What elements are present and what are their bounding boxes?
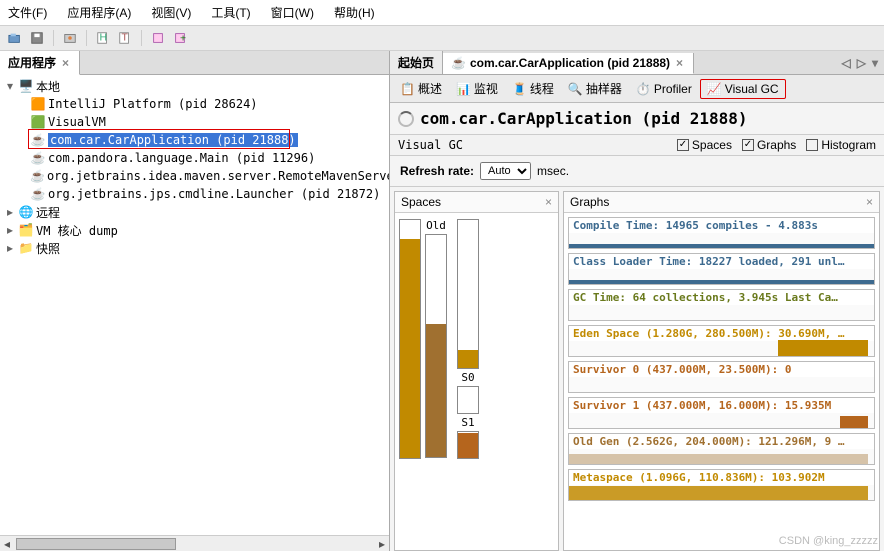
applications-tree[interactable]: ▾🖥️本地 🟧IntelliJ Platform (pid 28624) 🟩Vi… xyxy=(0,75,389,535)
svg-text:+: + xyxy=(180,33,186,45)
visualgc-icon: 📈 xyxy=(707,82,722,96)
graph-canvas xyxy=(569,413,874,428)
graph-canvas xyxy=(569,341,874,356)
graph-canvas xyxy=(569,485,874,500)
close-icon[interactable]: × xyxy=(866,195,873,209)
refresh-select[interactable]: Auto xyxy=(480,162,531,180)
graph-row: Class Loader Time: 18227 loaded, 291 unl… xyxy=(568,253,875,285)
vgc-label: Visual GC xyxy=(398,138,463,152)
refresh-unit: msec. xyxy=(537,164,569,178)
graph-canvas xyxy=(569,269,874,284)
heap-dump-icon[interactable]: H xyxy=(94,29,112,47)
graph-canvas xyxy=(569,449,874,464)
tab-application[interactable]: ☕com.car.CarApplication (pid 21888)× xyxy=(443,53,694,74)
close-icon[interactable]: × xyxy=(545,195,552,209)
monitor-button[interactable]: 📊监视 xyxy=(450,78,504,99)
main-toolbar: H T + xyxy=(0,26,884,51)
graph-row: GC Time: 64 collections, 3.945s Last Ca… xyxy=(568,289,875,321)
page-title: com.car.CarApplication (pid 21888) xyxy=(390,103,884,134)
graph-title: Metaspace (1.096G, 110.836M): 103.902M xyxy=(569,470,874,485)
graphs-panel: Graphs× Compile Time: 14965 compiles - 4… xyxy=(563,191,880,551)
applications-pane: 应用程序× ▾🖥️本地 🟧IntelliJ Platform (pid 2862… xyxy=(0,51,390,551)
java-icon: ☕ xyxy=(30,150,46,166)
threads-icon: 🧵 xyxy=(512,82,527,96)
java-icon: ☕ xyxy=(30,168,45,184)
spinner-icon xyxy=(398,111,414,127)
graph-row: Survivor 0 (437.000M, 23.500M): 0 xyxy=(568,361,875,393)
open-icon[interactable] xyxy=(6,29,24,47)
refresh-label: Refresh rate: xyxy=(400,164,474,178)
menu-bar: 文件(F) 应用程序(A) 视图(V) 工具(T) 窗口(W) 帮助(H) xyxy=(0,0,884,26)
graph-row: Metaspace (1.096G, 110.836M): 103.902M xyxy=(568,469,875,501)
coredump-icon: 🗂️ xyxy=(18,222,34,238)
menu-help[interactable]: 帮助(H) xyxy=(330,2,379,23)
graph-title: Survivor 0 (437.000M, 23.500M): 0 xyxy=(569,362,874,377)
detail-pane: 起始页 ☕com.car.CarApplication (pid 21888)×… xyxy=(390,51,884,551)
menu-file[interactable]: 文件(F) xyxy=(4,2,51,23)
profiler-button[interactable]: ⏱️Profiler xyxy=(630,80,698,98)
thread-dump-icon[interactable]: T xyxy=(116,29,134,47)
graph-row: Compile Time: 14965 compiles - 4.883s xyxy=(568,217,875,249)
spaces-panel: Spaces× Old S0 S1 xyxy=(394,191,559,551)
plugin-icon[interactable] xyxy=(149,29,167,47)
watermark: CSDN @king_zzzzz xyxy=(779,535,878,547)
monitor-icon: 📊 xyxy=(456,82,471,96)
tab-start-page[interactable]: 起始页 xyxy=(390,51,443,74)
graph-title: GC Time: 64 collections, 3.945s Last Ca… xyxy=(569,290,874,305)
graph-title: Class Loader Time: 18227 loaded, 291 unl… xyxy=(569,254,874,269)
graph-canvas xyxy=(569,305,874,320)
profiler-icon: ⏱️ xyxy=(636,82,651,96)
dropdown-icon[interactable]: ▾ xyxy=(872,56,878,70)
graph-canvas xyxy=(569,377,874,392)
menu-tools[interactable]: 工具(T) xyxy=(207,2,254,23)
spaces-checkbox[interactable]: ✓Spaces xyxy=(677,138,732,152)
graph-title: Survivor 1 (437.000M, 16.000M): 15.935M xyxy=(569,398,874,413)
svg-text:H: H xyxy=(100,32,108,44)
overview-icon: 📋 xyxy=(400,82,415,96)
visualgc-button[interactable]: 📈Visual GC xyxy=(700,79,786,99)
close-icon[interactable]: × xyxy=(60,56,71,70)
overview-button[interactable]: 📋概述 xyxy=(394,78,448,99)
nav-fwd-icon[interactable]: ▷ xyxy=(857,56,866,70)
plugin-add-icon[interactable]: + xyxy=(171,29,189,47)
java-icon: ☕ xyxy=(30,186,46,202)
graph-row: Old Gen (2.562G, 204.000M): 121.296M, 9 … xyxy=(568,433,875,465)
horizontal-scrollbar[interactable]: ◂▸ xyxy=(0,535,389,551)
graph-canvas xyxy=(569,233,874,248)
graph-row: Survivor 1 (437.000M, 16.000M): 15.935M xyxy=(568,397,875,429)
graphs-checkbox[interactable]: ✓Graphs xyxy=(742,138,796,152)
close-icon[interactable]: × xyxy=(674,56,685,70)
disk-icon[interactable] xyxy=(28,29,46,47)
remote-icon: 🌐 xyxy=(18,204,34,220)
intellij-icon: 🟧 xyxy=(30,96,46,112)
menu-window[interactable]: 窗口(W) xyxy=(267,2,318,23)
menu-app[interactable]: 应用程序(A) xyxy=(63,2,135,23)
threads-button[interactable]: 🧵线程 xyxy=(506,78,560,99)
graph-title: Eden Space (1.280G, 280.500M): 30.690M, … xyxy=(569,326,874,341)
visualvm-icon: 🟩 xyxy=(30,114,46,130)
menu-view[interactable]: 视图(V) xyxy=(147,2,195,23)
tree-item-selected[interactable]: ☕com.car.CarApplication (pid 21888) xyxy=(0,131,389,149)
snapshot-folder-icon: 📁 xyxy=(18,240,34,256)
graph-title: Old Gen (2.562G, 204.000M): 121.296M, 9 … xyxy=(569,434,874,449)
graph-row: Eden Space (1.280G, 280.500M): 30.690M, … xyxy=(568,325,875,357)
histogram-checkbox[interactable]: Histogram xyxy=(806,138,876,152)
snapshot-icon[interactable] xyxy=(61,29,79,47)
sampler-icon: 🔍 xyxy=(568,82,583,96)
java-icon: ☕ xyxy=(451,56,466,70)
tab-applications[interactable]: 应用程序× xyxy=(0,51,80,75)
computer-icon: 🖥️ xyxy=(18,78,34,94)
graph-title: Compile Time: 14965 compiles - 4.883s xyxy=(569,218,874,233)
nav-back-icon[interactable]: ◁ xyxy=(842,56,851,70)
svg-text:T: T xyxy=(122,32,129,44)
sampler-button[interactable]: 🔍抽样器 xyxy=(562,78,628,99)
java-icon: ☕ xyxy=(30,132,46,148)
view-toolbar: 📋概述 📊监视 🧵线程 🔍抽样器 ⏱️Profiler 📈Visual GC xyxy=(390,75,884,103)
